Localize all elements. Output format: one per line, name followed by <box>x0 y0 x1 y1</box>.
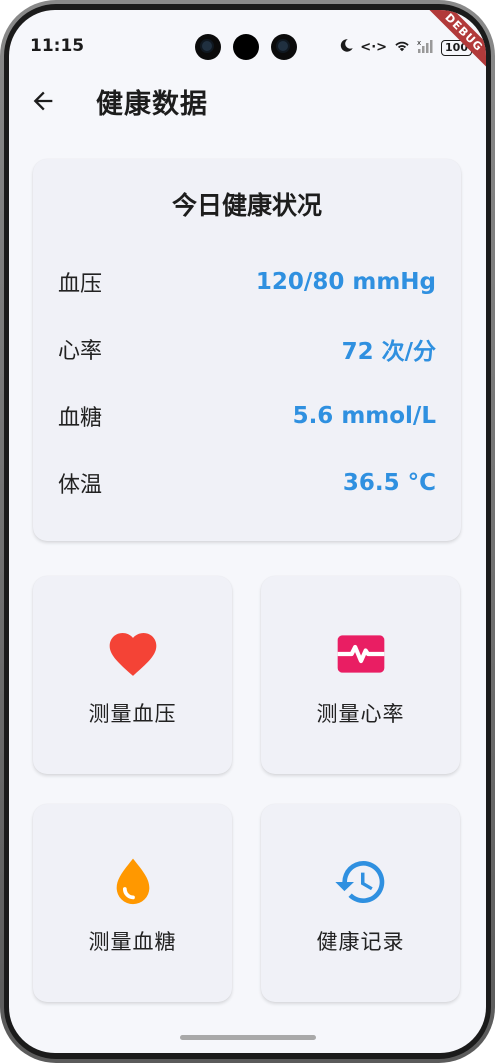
tile-label: 健康记录 <box>316 930 405 954</box>
summary-row-heart-rate: 心率 72 次/分 <box>58 332 436 366</box>
row-value: 5.6 mmol/L <box>292 403 436 429</box>
screen: 11:15 <·> x 100 DEBUG 健康数据 今日健康状况 血压 120… <box>9 10 486 1053</box>
row-label: 血糖 <box>58 406 103 431</box>
page-title: 健康数据 <box>96 89 208 120</box>
row-label: 血压 <box>58 272 103 297</box>
sensor-icon <box>233 34 259 60</box>
status-icons: <·> x 100 <box>339 38 472 57</box>
row-value: 72 次/分 <box>341 339 436 365</box>
tile-label: 测量血糖 <box>88 930 177 954</box>
row-value: 120/80 mmHg <box>255 269 436 295</box>
camera-icon <box>271 34 297 60</box>
data-arrows-icon: <·> <box>360 40 388 55</box>
status-time: 11:15 <box>30 36 85 56</box>
summary-row-blood-pressure: 血压 120/80 mmHg <box>58 265 436 299</box>
row-label: 心率 <box>58 339 103 364</box>
history-icon <box>333 854 389 910</box>
tile-label: 测量血压 <box>88 702 177 726</box>
summary-title: 今日健康状况 <box>171 191 322 220</box>
phone-frame: 11:15 <·> x 100 DEBUG 健康数据 今日健康状况 血压 120… <box>0 0 495 1063</box>
wifi-icon <box>393 38 411 57</box>
arrow-left-icon[interactable] <box>29 87 57 115</box>
signal-icon: x <box>417 38 435 57</box>
measure-blood-sugar-button[interactable]: 测量血糖 <box>33 804 232 1002</box>
tile-label: 测量心率 <box>316 702 405 726</box>
status-bar: 11:15 <·> x 100 DEBUG <box>9 10 486 81</box>
measure-heart-rate-button[interactable]: 测量心率 <box>261 576 460 774</box>
health-records-button[interactable]: 健康记录 <box>261 804 460 1002</box>
home-indicator[interactable] <box>179 1035 316 1040</box>
summary-row-blood-sugar: 血糖 5.6 mmol/L <box>58 399 436 433</box>
app-bar: 健康数据 <box>9 74 486 130</box>
row-value: 36.5 °C <box>342 470 436 496</box>
camera-icon <box>195 34 221 60</box>
svg-text:x: x <box>417 39 421 47</box>
summary-row-temperature: 体温 36.5 °C <box>58 466 436 500</box>
water-drop-icon <box>105 854 161 910</box>
measure-blood-pressure-button[interactable]: 测量血压 <box>33 576 232 774</box>
moon-icon <box>339 38 354 57</box>
row-label: 体温 <box>58 473 103 498</box>
monitor-heart-icon <box>333 626 389 682</box>
heart-icon <box>105 626 161 682</box>
health-summary-card: 今日健康状况 血压 120/80 mmHg 心率 72 次/分 血糖 5.6 m… <box>33 159 461 541</box>
